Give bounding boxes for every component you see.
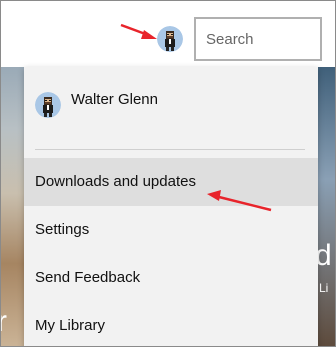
app-window: r d Li bbox=[0, 0, 336, 347]
annotation-arrows bbox=[120, 23, 272, 212]
arrow-to-downloads-icon bbox=[207, 190, 272, 212]
arrow-to-avatar-icon bbox=[120, 23, 157, 39]
